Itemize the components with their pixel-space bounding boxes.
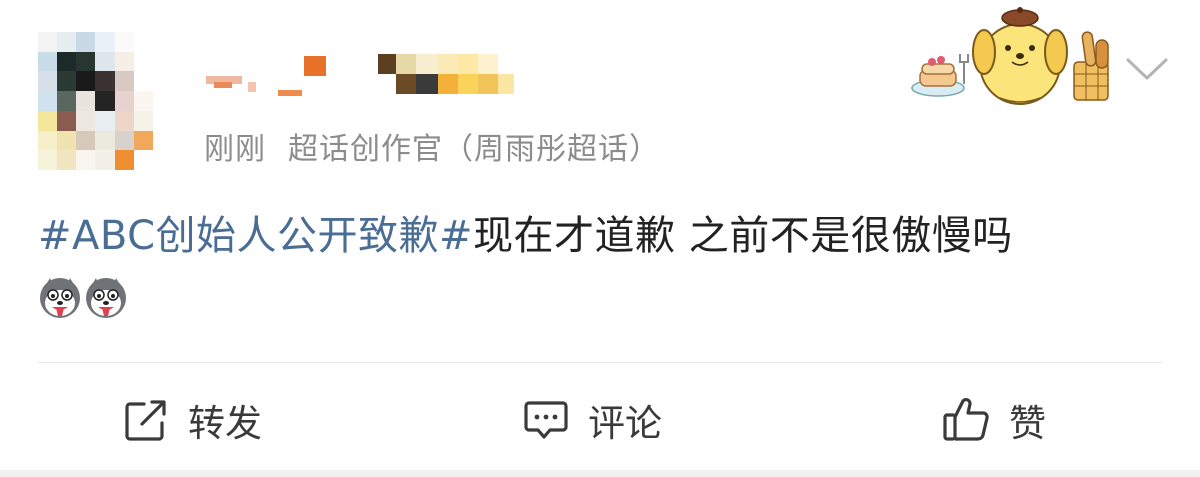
comment-label: 评论 — [588, 402, 662, 445]
comment-button[interactable]: 评论 — [522, 392, 662, 448]
emoji-row — [38, 276, 130, 326]
post-meta: 刚刚 超话创作官（周雨彤超话） — [204, 124, 660, 168]
post-source[interactable]: 超话创作官（周雨彤超话） — [288, 132, 660, 167]
husky-dog-emoji-icon — [40, 278, 80, 318]
username-censored[interactable] — [200, 54, 520, 100]
thumbs-up-icon — [943, 398, 989, 441]
like-button[interactable]: 赞 — [941, 392, 1046, 448]
card-separator — [0, 470, 1200, 477]
repost-icon — [125, 400, 166, 441]
repost-button[interactable]: 转发 — [122, 392, 262, 448]
user-avatar[interactable] — [38, 32, 172, 170]
chevron-down-icon[interactable] — [1124, 54, 1170, 84]
repost-label: 转发 — [188, 402, 262, 445]
topic-link[interactable]: #ABC创始人公开致歉# — [38, 213, 473, 259]
cartoon-dog-sticker-icon — [911, 7, 1109, 105]
divider — [38, 362, 1162, 363]
post-content: #ABC创始人公开致歉#现在才道歉 之前不是很傲慢吗 — [38, 203, 1168, 261]
weibo-post-card: 刚刚 超话创作官（周雨彤超话） #ABC创始人公开致歉#现在才道歉 之前不是很傲… — [0, 0, 1200, 477]
post-time: 刚刚 — [204, 132, 266, 167]
like-label: 赞 — [1009, 402, 1046, 445]
husky-dog-emoji-icon — [86, 278, 126, 318]
comment-icon — [524, 401, 568, 439]
post-body-text: 现在才道歉 之前不是很傲慢吗 — [473, 213, 1013, 259]
